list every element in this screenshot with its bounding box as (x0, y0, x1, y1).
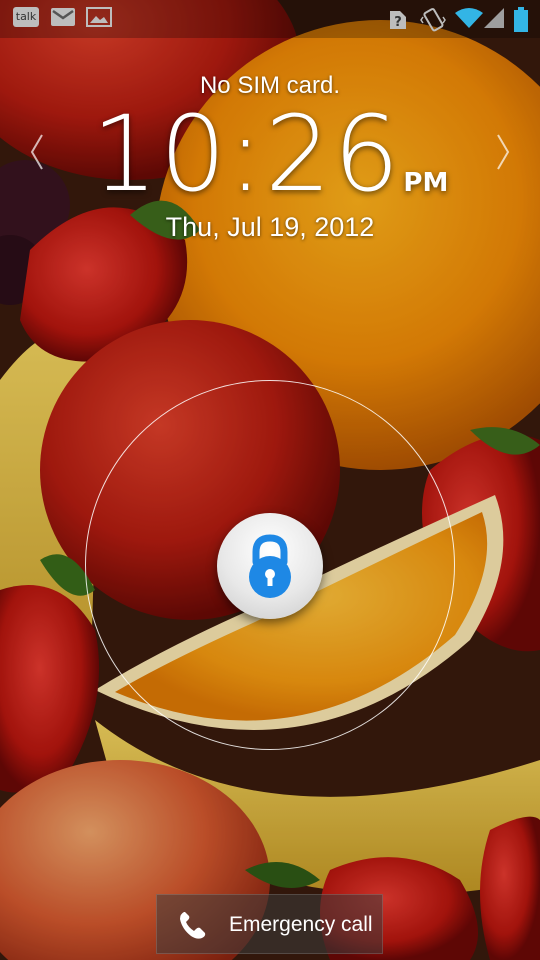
lock-date: Thu, Jul 19, 2012 (165, 212, 375, 242)
emergency-call-label: Emergency call (229, 913, 373, 936)
talk-icon: talk (13, 7, 39, 27)
phone-icon (180, 912, 206, 939)
lock-icon (249, 534, 291, 598)
clock-time: 10:26 (91, 93, 402, 215)
unlock-handle[interactable] (217, 513, 323, 619)
no-sim-icon: ? (390, 11, 406, 30)
lock-clock: 10:26PM (0, 98, 540, 210)
signal-icon (484, 8, 504, 28)
status-bar: talk ? (0, 0, 540, 38)
battery-icon (514, 7, 528, 32)
clock-ampm: PM (403, 168, 449, 198)
talk-label: talk (15, 10, 37, 23)
vibrate-icon (420, 8, 446, 32)
gallery-icon (86, 7, 112, 27)
gmail-icon (51, 8, 75, 26)
svg-text:?: ? (394, 15, 402, 30)
wifi-icon (455, 8, 483, 28)
emergency-call-button[interactable]: Emergency call (156, 894, 383, 954)
